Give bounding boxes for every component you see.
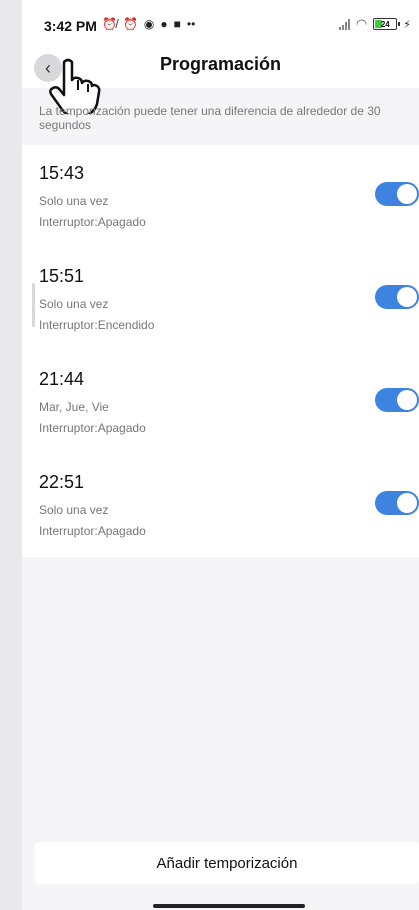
battery-level: 24 <box>380 19 390 29</box>
spotify-icon: ● <box>160 17 168 31</box>
phone-screen: 3:42 PM ⏰̸ ⏰ ◉ ● ■ •• ◠ 24 ⚡ ‹ Programac… <box>22 0 419 910</box>
timer-time: 22:51 <box>39 472 85 492</box>
timer-time: 15:51 <box>39 266 85 286</box>
charging-icon: ⚡ <box>403 18 411 31</box>
timer-switch-state: Interruptor:Apagado <box>39 524 146 538</box>
timer-switch-state: Interruptor:Apagado <box>39 421 146 435</box>
alarm-clock-icon: ⏰ <box>122 17 138 31</box>
notification-icons: ⏰̸ ⏰ ◉ ● ■ •• <box>102 16 195 32</box>
timer-list: 15:43 Solo una vez Interruptor:Apagado 1… <box>22 145 419 557</box>
system-icons: ◠ 24 ⚡ <box>338 16 411 32</box>
timer-repeat: Solo una vez <box>39 503 109 517</box>
home-indicator[interactable] <box>153 904 305 908</box>
add-timer-button[interactable]: Añadir temporización <box>35 842 419 884</box>
timer-switch-state: Interruptor:Apagado <box>39 215 146 229</box>
wifi-icon: ◠ <box>355 16 368 31</box>
status-time: 3:42 PM <box>44 18 97 34</box>
timer-toggle[interactable] <box>375 285 419 309</box>
status-bar: 3:42 PM ⏰̸ ⏰ ◉ ● ■ •• ◠ 24 ⚡ <box>22 0 419 44</box>
scroll-indicator <box>32 283 35 327</box>
video-icon: ■ <box>173 17 181 31</box>
timer-repeat: Mar, Jue, Vie <box>39 400 109 414</box>
messenger-icon: ◉ <box>143 17 155 31</box>
more-dots-icon: •• <box>186 17 196 31</box>
timer-toggle[interactable] <box>375 182 419 206</box>
timer-time: 21:44 <box>39 369 85 389</box>
timer-time: 15:43 <box>39 163 85 183</box>
timer-toggle[interactable] <box>375 388 419 412</box>
timer-item[interactable]: 15:51 Solo una vez Interruptor:Encendido <box>22 248 419 351</box>
timing-notice: La temporización puede tener una diferen… <box>39 104 381 132</box>
battery-icon: 24 <box>373 18 401 30</box>
timer-repeat: Solo una vez <box>39 194 109 208</box>
timer-item[interactable]: 22:51 Solo una vez Interruptor:Apagado <box>22 454 419 557</box>
timer-switch-state: Interruptor:Encendido <box>39 318 155 332</box>
alarm-off-icon: ⏰̸ <box>102 17 117 31</box>
timer-repeat: Solo una vez <box>39 297 109 311</box>
timer-item[interactable]: 15:43 Solo una vez Interruptor:Apagado <box>22 145 419 248</box>
timer-item[interactable]: 21:44 Mar, Jue, Vie Interruptor:Apagado <box>22 351 419 454</box>
timer-toggle[interactable] <box>375 491 419 515</box>
signal-icon <box>338 18 350 30</box>
